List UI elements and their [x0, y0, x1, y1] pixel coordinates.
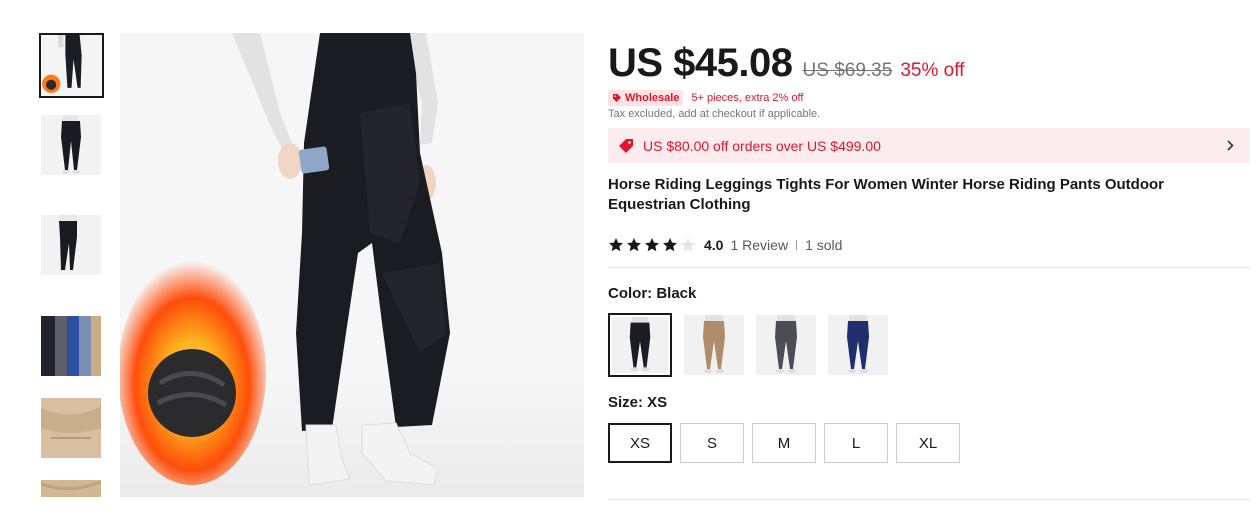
product-info-panel: US $45.08 US $69.35 35% off Wholesale 5+… — [608, 40, 1250, 463]
color-swatch-black[interactable] — [608, 313, 672, 377]
leggings-side-image — [41, 215, 101, 275]
wholesale-row: Wholesale 5+ pieces, extra 2% off — [608, 89, 1250, 107]
tax-note: Tax excluded, add at checkout if applica… — [608, 108, 821, 120]
product-title: Horse Riding Leggings Tights For Women W… — [608, 176, 1164, 213]
separator — [796, 240, 798, 250]
thumbnail-5[interactable] — [41, 398, 101, 458]
color-swatch-navy[interactable] — [828, 315, 888, 375]
current-price: US $45.08 — [608, 41, 793, 85]
star-rating[interactable] — [608, 237, 696, 253]
color-swatch-khaki[interactable] — [684, 315, 744, 375]
sold-count: 1 sold — [805, 237, 843, 253]
price-row: US $45.08 US $69.35 35% off — [608, 40, 1250, 86]
size-label: Size: XS — [608, 394, 668, 411]
main-product-image[interactable] — [120, 33, 584, 497]
wholesale-badge-label: Wholesale — [625, 92, 680, 104]
wholesale-text: 5+ pieces, extra 2% off — [691, 92, 804, 104]
swatch-image — [612, 317, 668, 373]
size-option-s[interactable]: S — [680, 423, 744, 463]
khaki-detail-image — [41, 480, 101, 497]
khaki-closeup-image — [41, 398, 101, 458]
swatch-image — [828, 315, 888, 375]
color-label: Color: Black — [608, 285, 697, 302]
thumbnail-3[interactable] — [41, 215, 101, 275]
leggings-main-illustration — [120, 33, 584, 497]
original-price: US $69.35 — [802, 60, 893, 81]
swatch-image — [684, 315, 744, 375]
coupon-ticket-icon — [619, 138, 633, 153]
thumbnail-6[interactable] — [41, 480, 101, 497]
rating-row: 4.0 1 Review 1 sold — [608, 235, 1250, 255]
star-empty-icon — [681, 238, 695, 252]
size-option-m[interactable]: M — [752, 423, 816, 463]
star-filled-icon — [645, 238, 659, 252]
color-swatch-gray[interactable] — [756, 315, 816, 375]
coupon-bar[interactable]: US $80.00 off orders over US $499.00 — [608, 128, 1250, 163]
star-filled-icon — [627, 238, 641, 252]
color-collage-image — [41, 316, 101, 376]
size-options: XS S M L XL — [608, 423, 1250, 463]
coupon-text: US $80.00 off orders over US $499.00 — [643, 137, 881, 154]
size-option-xl[interactable]: XL — [896, 423, 960, 463]
size-option-xs[interactable]: XS — [608, 423, 672, 463]
thumbnail-2[interactable] — [41, 115, 101, 175]
review-count-link[interactable]: 1 Review — [730, 237, 788, 253]
leggings-fire-image — [41, 35, 102, 96]
chevron-right-icon[interactable] — [1224, 139, 1236, 152]
size-option-l[interactable]: L — [824, 423, 888, 463]
tag-icon — [613, 94, 621, 102]
thumbnail-strip — [39, 33, 105, 497]
color-swatches — [608, 313, 1250, 377]
leggings-front-image — [41, 115, 101, 175]
star-filled-icon — [609, 238, 623, 252]
rating-value: 4.0 — [704, 237, 724, 253]
bottom-divider — [608, 499, 1250, 500]
discount-label: 35% off — [900, 60, 965, 81]
swatch-image — [756, 315, 816, 375]
wholesale-badge: Wholesale — [608, 90, 684, 106]
divider — [608, 267, 1250, 268]
thumbnail-4[interactable] — [41, 316, 101, 376]
star-filled-icon — [663, 238, 677, 252]
thumbnail-1[interactable] — [39, 33, 104, 98]
